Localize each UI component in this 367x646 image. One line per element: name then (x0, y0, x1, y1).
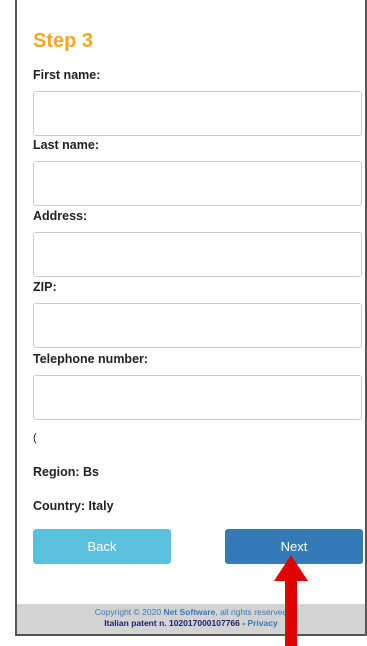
last-name-label: Last name: (33, 138, 99, 152)
footer-patent: Italian patent n. 102017000107766 - (104, 618, 248, 628)
next-button-label: Next (280, 539, 308, 554)
footer-copyright: Copyright © 2020 (94, 607, 162, 617)
zip-input[interactable] (33, 303, 362, 348)
first-name-label: First name: (33, 68, 101, 82)
red-arrow-icon (274, 555, 308, 646)
address-input[interactable] (33, 232, 362, 277)
footer-company-link[interactable]: Net Software (163, 607, 215, 617)
country-text: Country: Italy (33, 499, 114, 513)
zip-label: ZIP: (33, 280, 57, 294)
telephone-input[interactable] (33, 375, 362, 420)
back-button[interactable]: Back (33, 529, 171, 564)
address-label: Address: (33, 209, 88, 223)
cut-off-text: ( (33, 432, 37, 444)
step-title: Step 3 (33, 30, 94, 52)
region-text: Region: Bs (33, 465, 99, 479)
footer: Copyright © 2020 Net Software, all right… (17, 604, 365, 634)
last-name-input[interactable] (33, 161, 362, 206)
first-name-input[interactable] (33, 91, 362, 136)
telephone-label: Telephone number: (33, 352, 149, 366)
back-button-label: Back (87, 539, 117, 554)
